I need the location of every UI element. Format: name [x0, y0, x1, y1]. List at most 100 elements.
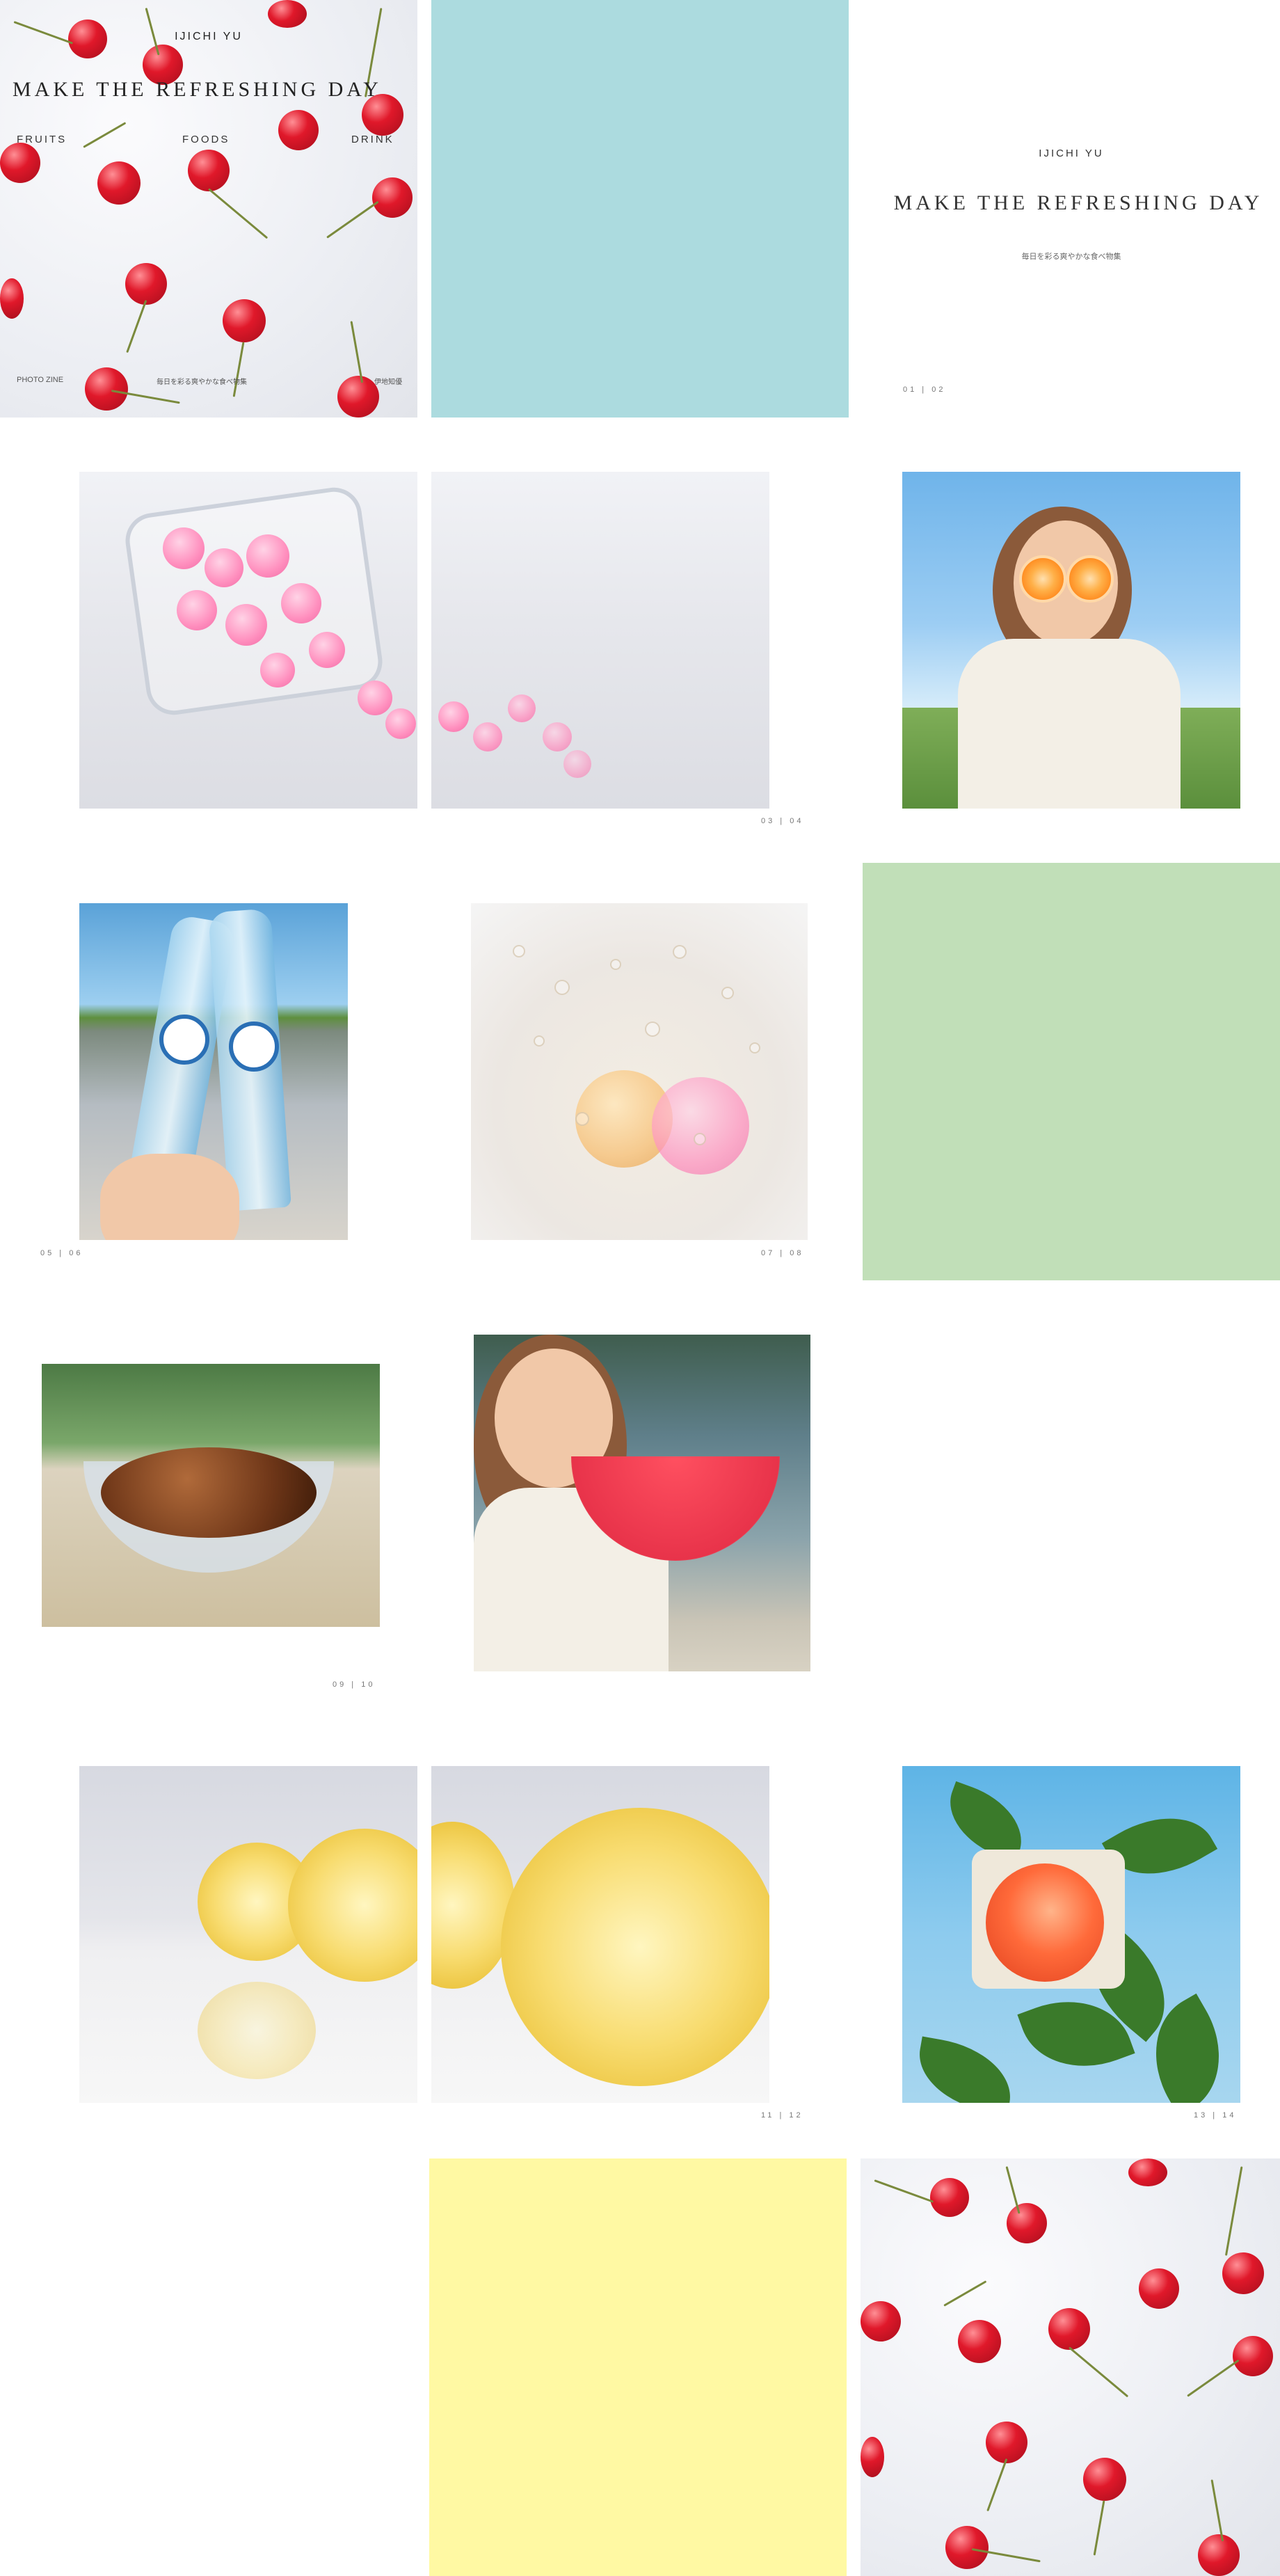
lemon-reflection: [198, 1982, 316, 2079]
cherry: [97, 161, 141, 205]
leaf: [911, 2036, 1018, 2103]
candy: [543, 722, 572, 752]
orange-half-right: [1066, 555, 1114, 603]
bubble: [575, 1112, 589, 1126]
cherry: [0, 278, 24, 319]
cherry-stem: [326, 200, 379, 239]
cherry: [945, 2526, 989, 2569]
cherry: [0, 143, 40, 183]
bubbles-glass-photo: [471, 903, 808, 1240]
hand: [100, 1154, 239, 1240]
page-number: 03 | 04: [761, 817, 804, 825]
lemon-photo-left: [79, 1766, 417, 2103]
cherry: [1139, 2268, 1179, 2309]
candy: [473, 722, 502, 752]
cherry: [268, 0, 307, 28]
cover-category-drink: DRINK: [351, 134, 394, 145]
candy: [225, 604, 267, 646]
cherry: [1048, 2308, 1090, 2350]
cherry: [861, 2437, 884, 2477]
cherry-stem: [83, 122, 127, 148]
title-page-subtitle-jp: 毎日を彩る爽やかな食べ物集: [1021, 253, 1121, 261]
bubble: [554, 980, 570, 995]
cherry: [223, 299, 266, 342]
cover-publisher: PHOTO ZINE: [17, 376, 64, 384]
candy: [246, 534, 289, 578]
candy: [177, 590, 217, 630]
cover-author-jp: 伊地知優: [374, 379, 402, 386]
yellow-color-panel: [429, 2158, 847, 2576]
cherry-stem: [350, 321, 364, 383]
bubble: [610, 959, 621, 970]
green-color-panel: [863, 863, 1280, 1280]
peach-tree-photo: [902, 1766, 1240, 2103]
cover-category-fruits: FRUITS: [17, 134, 67, 145]
cherry-stem: [1210, 2479, 1224, 2542]
title-page-author: IJICHI YU: [1039, 148, 1104, 159]
cherry: [930, 2178, 969, 2217]
cherry-stem: [1005, 2166, 1021, 2214]
bottle-label: [159, 1015, 209, 1065]
bubble: [721, 987, 734, 999]
shirt: [958, 639, 1181, 809]
cherry: [372, 177, 413, 218]
title-page: IJICHI YU MAKE THE REFRESHING DAY 毎日を彩る爽…: [863, 0, 1280, 418]
cherry: [85, 367, 128, 411]
page-number: 11 | 12: [761, 2111, 803, 2120]
title-page-title: MAKE THE REFRESHING DAY: [893, 191, 1263, 214]
cherry-stem: [1187, 2359, 1240, 2397]
coffee-jelly-photo: [42, 1364, 380, 1627]
cherry: [861, 2301, 901, 2342]
cherry-stem: [943, 2280, 987, 2307]
cherry-stem: [1224, 2166, 1243, 2256]
cherry: [1083, 2458, 1126, 2501]
cherry: [1198, 2534, 1240, 2576]
cherry-stem: [1093, 2500, 1105, 2556]
cherry-stem: [208, 188, 269, 239]
cherry: [278, 110, 319, 150]
bubble: [673, 945, 687, 959]
cover-title: MAKE THE REFRESHING DAY: [13, 78, 382, 101]
cherry-stem: [874, 2179, 934, 2203]
candy: [358, 681, 392, 715]
peach: [986, 1863, 1104, 1982]
cherry: [1233, 2336, 1273, 2376]
cherry: [1128, 2158, 1167, 2186]
candy: [205, 548, 243, 587]
page-number: 01 | 02: [903, 385, 946, 394]
cherry-stem: [1069, 2346, 1129, 2398]
back-cover-page: [861, 2158, 1280, 2576]
bottle-label: [229, 1021, 279, 1072]
orange-half-left: [1019, 555, 1066, 603]
page-number: 09 | 10: [333, 1680, 376, 1689]
cover-page: IJICHI YU MAKE THE REFRESHING DAY FRUITS…: [0, 0, 417, 418]
lemon-photo-right: [431, 1766, 769, 2103]
page-number: 05 | 06: [40, 1249, 83, 1257]
bubble: [694, 1133, 706, 1145]
cherry-stem: [986, 2458, 1008, 2512]
candy-jar-photo-right: [431, 472, 769, 809]
bubble: [534, 1035, 545, 1047]
glass-jar: [122, 484, 386, 719]
cherry: [1222, 2252, 1264, 2294]
candy: [309, 632, 345, 668]
candy: [385, 708, 416, 739]
cover-author: IJICHI YU: [175, 31, 243, 42]
orange-girl-photo: [902, 472, 1240, 809]
jelly-candy: [652, 1077, 749, 1175]
cover-subtitle-jp: 毎日を彩る爽やかな食べ物集: [157, 379, 247, 386]
cider-bottles-photo: [79, 903, 348, 1240]
bubble: [513, 945, 525, 957]
candy: [438, 701, 469, 732]
candy: [563, 750, 591, 778]
candy-jar-photo-left: [79, 472, 417, 809]
watermelon-girl-photo: [474, 1335, 810, 1671]
cherry-stem: [126, 299, 147, 353]
candy: [163, 527, 205, 569]
cherry: [958, 2320, 1001, 2363]
bubble: [645, 1021, 660, 1037]
coffee-jelly: [101, 1447, 317, 1538]
lemon-half: [288, 1829, 417, 1982]
cherry: [1007, 2203, 1047, 2243]
candy: [260, 653, 295, 687]
